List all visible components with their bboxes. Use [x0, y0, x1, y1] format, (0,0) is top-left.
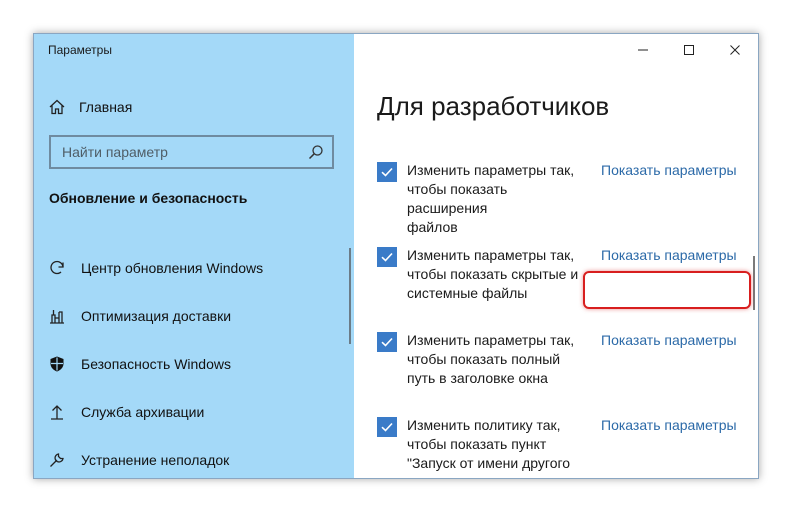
checkmark-icon	[381, 167, 393, 177]
option-description: Изменить политику так, чтобы показать пу…	[407, 417, 571, 471]
refresh-icon	[48, 259, 66, 277]
option-run-as-other-user: Изменить политику так, чтобы показать пу…	[377, 417, 747, 478]
search-input[interactable]	[51, 143, 308, 161]
show-settings-link[interactable]: Показать параметры	[601, 332, 737, 348]
show-settings-link[interactable]: Показать параметры	[601, 417, 737, 433]
wrench-icon	[48, 451, 66, 469]
page-title: Для разработчиков	[377, 91, 610, 121]
sidebar-scrollbar[interactable]	[349, 248, 351, 344]
sidebar-nav: Центр обновления Windows Оптимизация дос…	[48, 244, 338, 478]
sidebar-item-label: Служба архивации	[81, 404, 205, 420]
close-button[interactable]	[712, 34, 758, 66]
checkmark-icon	[381, 252, 393, 262]
sidebar-item-label: Оптимизация доставки	[81, 308, 232, 324]
search-box[interactable]	[49, 135, 334, 169]
backup-icon	[48, 403, 66, 421]
sidebar-item-windows-security[interactable]: Безопасность Windows	[48, 340, 338, 388]
option-file-extensions: Изменить параметры так, чтобы показать р…	[377, 162, 747, 235]
sidebar-item-label: Безопасность Windows	[81, 356, 231, 372]
sidebar-item-label: Центр обновления Windows	[81, 260, 264, 276]
checkmark-icon	[381, 422, 393, 432]
sidebar-item-backup[interactable]: Служба архивации	[48, 388, 338, 436]
checkmark-icon	[381, 337, 393, 347]
home-icon	[48, 98, 66, 116]
sidebar-item-delivery-optimization[interactable]: Оптимизация доставки	[48, 292, 338, 340]
maximize-button[interactable]	[666, 34, 712, 66]
home-label: Главная	[79, 99, 133, 115]
sidebar-item-windows-update[interactable]: Центр обновления Windows	[48, 244, 338, 292]
show-settings-link[interactable]: Показать параметры	[601, 247, 737, 263]
option-description: Изменить параметры так, чтобы показать р…	[407, 162, 575, 235]
sidebar-item-troubleshoot[interactable]: Устранение неполадок	[48, 436, 338, 478]
main-scrollbar[interactable]	[753, 256, 755, 310]
option-description: Изменить параметры так, чтобы показать с…	[407, 247, 579, 301]
option-full-path: Изменить параметры так, чтобы показать п…	[377, 332, 747, 402]
option-checkbox[interactable]	[377, 162, 397, 182]
close-icon	[730, 45, 740, 55]
sidebar: Параметры Главная Обновление и безопасно…	[34, 34, 354, 478]
search-icon[interactable]	[308, 144, 324, 160]
window-title: Параметры	[48, 43, 112, 57]
settings-window: Параметры Главная Обновление и безопасно…	[33, 33, 759, 479]
option-checkbox[interactable]	[377, 417, 397, 437]
minimize-icon	[638, 49, 648, 51]
highlight-frame	[583, 271, 751, 309]
window-controls	[620, 34, 758, 66]
sidebar-item-label: Устранение неполадок	[81, 452, 230, 468]
shield-icon	[48, 355, 66, 373]
option-checkbox[interactable]	[377, 247, 397, 267]
show-settings-link[interactable]: Показать параметры	[601, 162, 737, 178]
option-description: Изменить параметры так, чтобы показать п…	[407, 332, 575, 386]
section-title: Обновление и безопасность	[49, 190, 248, 206]
minimize-button[interactable]	[620, 34, 666, 66]
main-content: Для разработчиков Изменить параметры так…	[354, 34, 758, 478]
maximize-icon	[684, 45, 694, 55]
home-nav-item[interactable]: Главная	[48, 95, 132, 119]
option-checkbox[interactable]	[377, 332, 397, 352]
delivery-icon	[48, 307, 66, 325]
